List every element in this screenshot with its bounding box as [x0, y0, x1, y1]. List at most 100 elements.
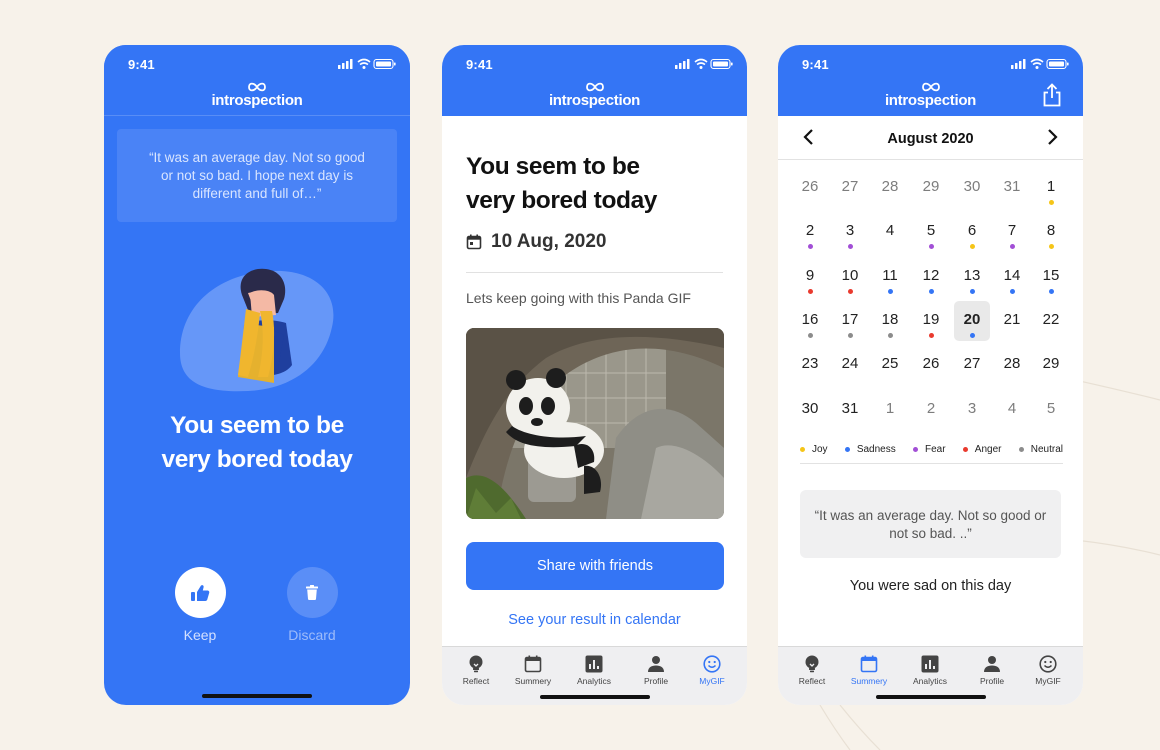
calendar-day-number: 4 — [1007, 400, 1017, 417]
mood-dot-sadness — [969, 289, 975, 294]
calendar-day-number: 28 — [881, 178, 899, 195]
mood-dot-joy — [969, 244, 975, 249]
calendar-day[interactable]: 10 — [832, 257, 868, 297]
mood-dot-sadness — [969, 333, 975, 338]
legend-item-joy: Joy — [800, 442, 828, 456]
keep-circle[interactable] — [174, 567, 226, 618]
tab-summery[interactable]: Summery — [840, 655, 898, 686]
mood-dot-neutral — [887, 333, 893, 338]
calendar-day[interactable]: 18 — [872, 301, 908, 341]
app-wordmark: introspection — [211, 92, 303, 109]
calendar-day[interactable]: 19 — [913, 301, 949, 341]
legend-dot — [800, 446, 805, 452]
smiley-icon — [703, 655, 721, 673]
calendar-day[interactable]: 23 — [792, 345, 828, 385]
calendar-day[interactable]: 15 — [1033, 257, 1069, 297]
home-indicator[interactable] — [539, 695, 650, 699]
calendar-day[interactable]: 21 — [994, 301, 1030, 341]
calendar-day[interactable]: 2 — [792, 212, 828, 252]
calendar-day[interactable]: 5 — [913, 212, 949, 252]
mood-dot-sadness — [928, 289, 934, 294]
calendar-day-number: 16 — [801, 311, 819, 328]
smiley-icon — [1039, 655, 1057, 673]
calendar-day[interactable]: 31 — [832, 390, 868, 430]
tab-reflect[interactable]: Reflect — [447, 655, 505, 686]
bored-person-illustration — [180, 268, 334, 392]
calendar-day[interactable]: 9 — [792, 257, 828, 297]
calendar-day[interactable]: 3 — [832, 212, 868, 252]
home-indicator[interactable] — [202, 694, 312, 698]
calendar-day[interactable]: 2 — [913, 390, 949, 430]
tab-analytics[interactable]: Analytics — [565, 655, 623, 686]
chevron-right-icon[interactable] — [1041, 126, 1063, 148]
tab-label: Profile — [979, 676, 1005, 686]
calendar-day[interactable]: 26 — [913, 345, 949, 385]
calendar-day-number: 3 — [967, 400, 977, 417]
calendar-day-number: 12 — [922, 267, 940, 284]
calendar-day-number: 19 — [922, 311, 940, 328]
mood-dot-fear — [928, 244, 934, 249]
discard-button[interactable]: Discard — [284, 567, 340, 643]
calendar-day-selected[interactable]: 20 — [954, 301, 990, 341]
calendar-day[interactable]: 5 — [1033, 390, 1069, 430]
calendar-day[interactable]: 12 — [913, 257, 949, 297]
tab-mygif[interactable]: MyGIF — [1019, 655, 1077, 686]
calendar-month: August 2020 — [887, 131, 974, 147]
calendar-day-number: 1 — [1046, 178, 1056, 195]
calendar-day[interactable]: 1 — [1033, 168, 1069, 208]
calendar-day-number: 27 — [841, 178, 859, 195]
calendar-day[interactable]: 17 — [832, 301, 868, 341]
tab-profile[interactable]: Profile — [963, 655, 1021, 686]
phone-calendar-screen: introspection 9:41 August 2020 26 27 28 29 3… — [778, 45, 1083, 705]
calendar-day[interactable]: 1 — [872, 390, 908, 430]
discard-circle[interactable] — [286, 567, 338, 618]
legend-dot — [912, 446, 918, 452]
calendar-day[interactable]: 3 — [954, 390, 990, 430]
calendar-day[interactable]: 27 — [832, 168, 868, 208]
calendar-day[interactable]: 24 — [832, 345, 868, 385]
calendar-day-number: 5 — [926, 222, 936, 239]
calendar-day[interactable]: 8 — [1033, 212, 1069, 252]
tab-reflect[interactable]: Reflect — [783, 655, 841, 686]
calendar-day[interactable]: 26 — [792, 168, 828, 208]
calendar-day[interactable]: 27 — [954, 345, 990, 385]
calendar-day[interactable]: 7 — [994, 212, 1030, 252]
mood-dot-anger — [807, 289, 813, 294]
tab-analytics[interactable]: Analytics — [901, 655, 959, 686]
calendar-day[interactable]: 29 — [913, 168, 949, 208]
share-button[interactable]: Share with friends — [466, 542, 724, 590]
calendar-day[interactable]: 6 — [954, 212, 990, 252]
calendar-day[interactable]: 14 — [994, 257, 1030, 297]
calendar-day[interactable]: 29 — [1033, 345, 1069, 385]
calendar-day[interactable]: 22 — [1033, 301, 1069, 341]
calendar-day[interactable]: 25 — [872, 345, 908, 385]
keep-button[interactable]: Keep — [172, 567, 228, 643]
calendar-day[interactable]: 4 — [872, 212, 908, 252]
calendar-day[interactable]: 4 — [994, 390, 1030, 430]
calendar-day-number: 8 — [1046, 222, 1056, 239]
calendar-day[interactable]: 13 — [954, 257, 990, 297]
calendar-day-number: 21 — [1003, 311, 1021, 328]
calendar-day[interactable]: 28 — [994, 345, 1030, 385]
legend-label: Neutral — [1030, 443, 1063, 455]
tab-label: MyGIF — [699, 676, 725, 686]
calendar-day[interactable]: 11 — [872, 257, 908, 297]
mood-dot-fear — [847, 244, 853, 249]
entry-date-text: 10 Aug, 2020 — [491, 231, 607, 252]
home-indicator[interactable] — [875, 695, 986, 699]
status-icons — [675, 58, 733, 70]
calendar-day[interactable]: 31 — [994, 168, 1030, 208]
tab-mygif[interactable]: MyGIF — [683, 655, 741, 686]
calendar-day-number: 22 — [1042, 311, 1060, 328]
calendar-day[interactable]: 30 — [954, 168, 990, 208]
calendar-day[interactable]: 30 — [792, 390, 828, 430]
calendar-day[interactable]: 28 — [872, 168, 908, 208]
legend-label: Fear — [924, 443, 946, 455]
calendar-day[interactable]: 16 — [792, 301, 828, 341]
see-calendar-link[interactable]: See your result in calendar — [442, 612, 747, 628]
day-mood-status: You were sad on this day — [849, 578, 1012, 594]
share-icon[interactable] — [1041, 83, 1063, 107]
tab-summery[interactable]: Summery — [504, 655, 562, 686]
tab-profile[interactable]: Profile — [627, 655, 685, 686]
keep-label: Keep — [183, 627, 217, 643]
